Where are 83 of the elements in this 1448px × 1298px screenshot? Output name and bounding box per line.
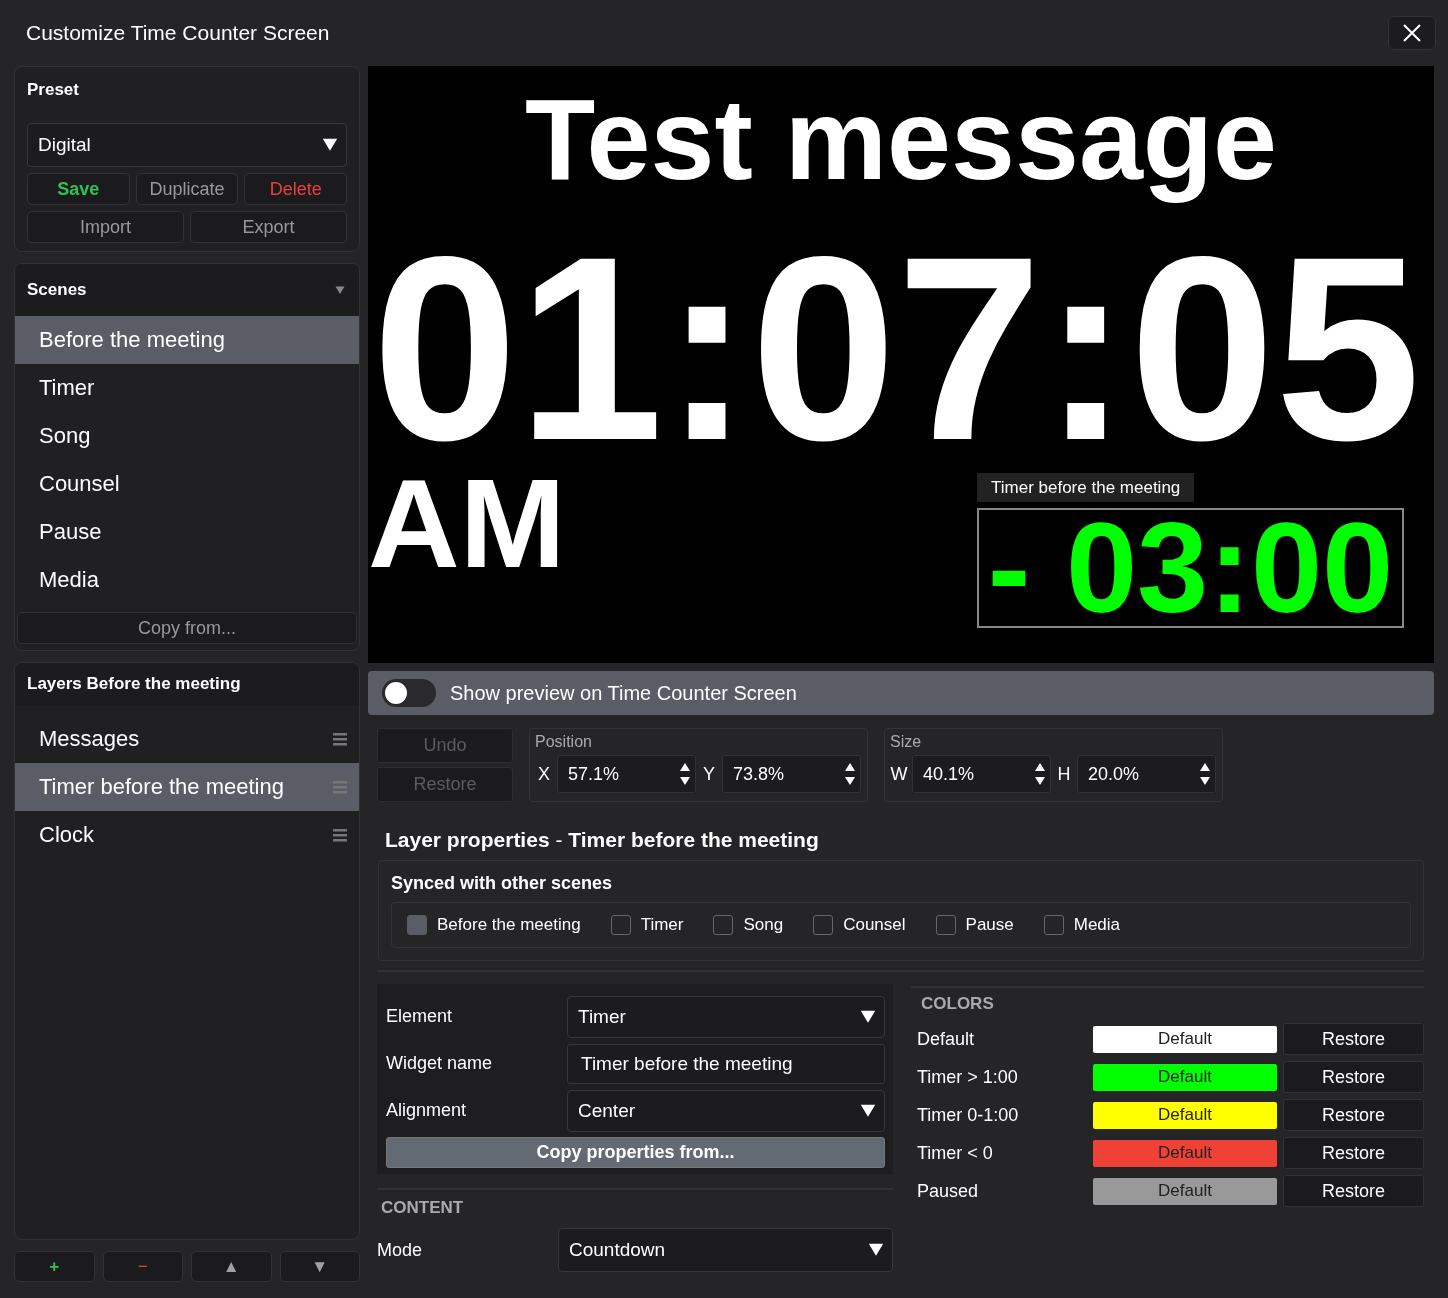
timer-label: Timer before the meeting [977, 473, 1195, 502]
drag-handle-icon[interactable] [333, 828, 347, 842]
layer-item[interactable]: Clock [15, 811, 359, 859]
axis-label: X [537, 763, 551, 785]
timer-text: - 03:00 [987, 510, 1394, 626]
preset-dropdown[interactable]: Digital [27, 123, 347, 167]
scene-item[interactable]: Pause [15, 508, 359, 556]
layer-item[interactable]: Timer before the meeting [15, 763, 359, 811]
color-swatch[interactable]: Default [1093, 1177, 1277, 1205]
scene-checkbox[interactable]: Song [713, 915, 784, 935]
number-field[interactable]: 20.0% [1077, 755, 1216, 793]
window-title: Customize Time Counter Screen [26, 21, 330, 45]
caret-icon [860, 1103, 876, 1118]
field-label: Element [386, 1006, 454, 1027]
panel-title: Scenes [27, 280, 87, 300]
panel-title: Layers Before the meeting [27, 674, 241, 694]
scene-item[interactable]: Song [15, 412, 359, 460]
restore-button[interactable]: Restore [1283, 1099, 1424, 1131]
preset-button[interactable]: Delete [244, 173, 347, 205]
number-field[interactable]: 73.8% [722, 755, 861, 793]
scene-item[interactable]: Timer [15, 364, 359, 412]
color-label: Default [916, 1028, 976, 1050]
axis-label: Y [702, 763, 716, 785]
number-field[interactable]: 57.1% [557, 755, 696, 793]
layer-button[interactable]: − [102, 1251, 183, 1282]
color-label: Paused [916, 1180, 980, 1202]
section-heading: COLORS [921, 994, 995, 1014]
field-label: Alignment [386, 1100, 468, 1121]
restore-button[interactable]: Restore [1283, 1137, 1424, 1169]
toggle-switch[interactable] [382, 679, 436, 707]
caret-icon [335, 285, 345, 295]
restore-button[interactable]: Restore [1283, 1061, 1424, 1093]
panel-title: Preset [27, 79, 80, 101]
preset-button[interactable]: Duplicate [135, 173, 239, 205]
restore-button[interactable]: Restore [1283, 1023, 1424, 1055]
caret-icon [868, 1243, 884, 1257]
close-button[interactable] [1388, 16, 1436, 50]
scene-checkbox[interactable]: Media [1043, 915, 1121, 935]
scene-checkbox[interactable]: Pause [935, 915, 1014, 935]
copy-from-button[interactable]: Copy from... [17, 612, 357, 644]
toggle-label: Show preview on Time Counter Screen [450, 681, 797, 705]
axis-label: W [890, 763, 908, 785]
section-heading: CONTENT [377, 1188, 893, 1218]
select-field[interactable]: Timer [567, 995, 885, 1038]
color-swatch[interactable]: Default [1093, 1139, 1277, 1167]
scene-item[interactable]: Counsel [15, 460, 359, 508]
scene-item[interactable]: Media [15, 556, 359, 604]
color-swatch[interactable]: Default [1093, 1063, 1277, 1091]
color-label: Timer 0-1:00 [916, 1104, 1020, 1126]
preset-button[interactable]: Save [27, 173, 130, 205]
scene-item[interactable]: Before the meeting [15, 316, 359, 364]
color-label: Timer > 1:00 [916, 1066, 1019, 1088]
scene-checkbox[interactable]: Counsel [813, 915, 906, 935]
color-swatch[interactable]: Default [1093, 1101, 1277, 1129]
text-field[interactable]: Timer before the meeting [567, 1043, 885, 1084]
caret-icon [860, 1009, 876, 1024]
axis-label: H [1056, 763, 1072, 785]
select-field[interactable]: Center [567, 1089, 885, 1132]
layer-button[interactable]: + [14, 1251, 95, 1282]
layer-button[interactable]: ▼ [279, 1251, 360, 1282]
preset-button[interactable]: Export [190, 211, 347, 243]
group-title: Position [535, 733, 593, 751]
copy-properties-button[interactable]: Copy properties from... [386, 1137, 885, 1168]
field-label: Widget name [386, 1053, 494, 1074]
drag-handle-icon[interactable] [333, 780, 347, 794]
section-title: Layer properties - Timer before the meeting [385, 828, 820, 852]
scene-checkbox[interactable]: Timer [610, 915, 684, 935]
restore-button[interactable]: Restore [1283, 1175, 1424, 1207]
number-field[interactable]: 40.1% [912, 755, 1051, 793]
group-title: Size [890, 733, 923, 751]
preset-button[interactable]: Import [27, 211, 184, 243]
message-text: Test message [523, 73, 1279, 205]
layer-button[interactable]: ▲ [191, 1251, 272, 1282]
drag-handle-icon[interactable] [333, 732, 347, 746]
color-label: Timer < 0 [916, 1142, 994, 1164]
close-icon [1402, 23, 1422, 43]
select-field[interactable]: Countdown [558, 1228, 893, 1272]
caret-icon [322, 138, 338, 152]
synced-title: Synced with other scenes [391, 873, 614, 894]
layer-item[interactable]: Messages [15, 715, 359, 763]
color-swatch[interactable]: Default [1093, 1025, 1277, 1053]
field-label: Mode [377, 1239, 424, 1261]
scene-checkbox[interactable]: Before the meeting [407, 915, 581, 935]
